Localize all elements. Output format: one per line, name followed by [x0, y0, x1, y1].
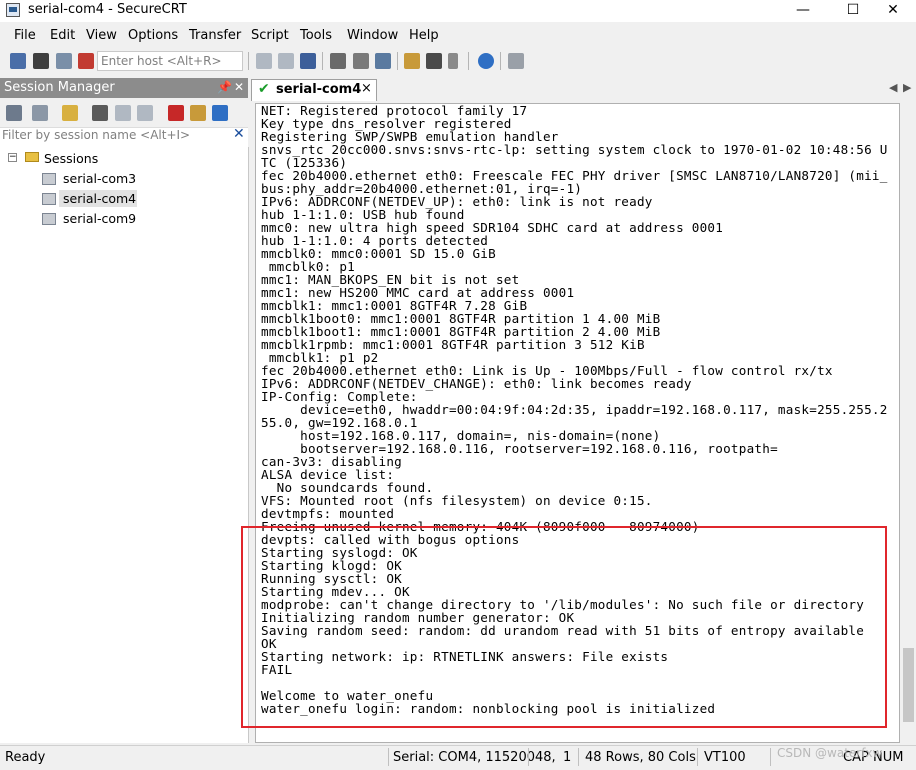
connect-session-icon[interactable] — [6, 105, 22, 121]
disconnect-icon[interactable] — [78, 53, 94, 69]
global-options-icon[interactable] — [426, 53, 442, 69]
minimize-button[interactable]: — — [780, 0, 826, 22]
session-manager-title: Session Manager — [4, 80, 115, 95]
connect-icon[interactable] — [10, 53, 26, 69]
terminal-line: snvs_rtc 20cc000.snvs:snvs-rtc-lp: setti… — [261, 142, 888, 157]
status-divider — [697, 748, 698, 766]
serial-session-icon — [42, 193, 56, 205]
new-session-icon[interactable] — [62, 105, 78, 121]
paste-session-icon[interactable] — [137, 105, 153, 121]
status-divider — [388, 748, 389, 766]
status-size: 48 Rows, 80 Cols — [585, 750, 696, 765]
print-setup-icon[interactable] — [353, 53, 369, 69]
tree-item-serial-com4[interactable]: serial-com4 — [63, 191, 136, 206]
scrollbar-thumb[interactable] — [903, 648, 914, 722]
status-col: 1 — [563, 750, 572, 765]
properties-icon[interactable] — [190, 105, 206, 121]
tab-close-icon[interactable]: × — [361, 81, 372, 96]
tree-root-sessions[interactable]: Sessions — [44, 151, 98, 166]
app-icon — [6, 3, 20, 17]
keymap-icon[interactable] — [508, 53, 524, 69]
menu-transfer[interactable]: Transfer — [189, 28, 241, 43]
host-input[interactable]: Enter host <Alt+R> — [97, 51, 243, 71]
close-panel-button[interactable]: ✕ — [234, 80, 244, 94]
key-icon[interactable] — [448, 53, 458, 69]
cut-icon[interactable] — [92, 105, 108, 121]
menu-view[interactable]: View — [86, 28, 117, 43]
toolbar-divider — [397, 52, 398, 70]
status-divider — [770, 748, 771, 766]
connect-tab-icon[interactable] — [56, 53, 72, 69]
help-icon[interactable] — [478, 53, 494, 69]
clear-filter-icon[interactable]: ✕ — [233, 126, 245, 142]
copy-session-icon[interactable] — [115, 105, 131, 121]
session-filter-input[interactable]: Filter by session name <Alt+I> — [2, 128, 190, 142]
folder-icon — [25, 152, 39, 162]
menu-edit[interactable]: Edit — [50, 28, 75, 43]
status-divider — [528, 748, 529, 766]
serial-session-icon — [42, 173, 56, 185]
quick-connect-icon[interactable] — [33, 53, 49, 69]
status-ready: Ready — [5, 750, 46, 765]
menu-tools[interactable]: Tools — [300, 28, 332, 43]
watermark: CSDN @waterfxw — [777, 746, 883, 760]
menu-window[interactable]: Window — [347, 28, 398, 43]
close-button[interactable]: ✕ — [870, 0, 916, 22]
status-emulation: VT100 — [704, 750, 746, 765]
paste-icon[interactable] — [278, 53, 294, 69]
menu-file[interactable]: File — [14, 28, 36, 43]
copy-icon[interactable] — [256, 53, 272, 69]
tree-item-serial-com3[interactable]: serial-com3 — [63, 171, 136, 186]
serial-session-icon — [42, 213, 56, 225]
menu-options[interactable]: Options — [128, 28, 178, 43]
tab-scroll-right-icon[interactable]: ▶ — [903, 81, 911, 94]
find-icon[interactable] — [300, 53, 316, 69]
print-icon[interactable] — [330, 53, 346, 69]
status-serial: Serial: COM4, 115200 — [393, 750, 535, 765]
map-keys-icon[interactable] — [375, 53, 391, 69]
pin-icon[interactable]: 📌 — [217, 80, 232, 94]
highlight-annotation-box — [241, 526, 887, 728]
session-tree — [0, 147, 249, 743]
session-options-icon[interactable] — [404, 53, 420, 69]
menu-script[interactable]: Script — [251, 28, 289, 43]
tab-scroll-left-icon[interactable]: ◀ — [889, 81, 897, 94]
folder-icon[interactable] — [212, 105, 228, 121]
collapse-toggle-icon[interactable]: − — [8, 153, 17, 162]
connect-tab-session-icon[interactable] — [32, 105, 48, 121]
toolbar-divider — [500, 52, 501, 70]
menu-help[interactable]: Help — [409, 28, 439, 43]
toolbar-divider — [248, 52, 249, 70]
tab-label[interactable]: serial-com4 — [276, 82, 361, 97]
toolbar-divider — [468, 52, 469, 70]
window-title: serial-com4 - SecureCRT — [28, 2, 187, 17]
connected-check-icon: ✔ — [258, 81, 270, 97]
terminal-scrollbar[interactable] — [901, 103, 916, 743]
delete-icon[interactable] — [168, 105, 184, 121]
toolbar-divider — [322, 52, 323, 70]
status-divider — [578, 748, 579, 766]
tree-item-serial-com9[interactable]: serial-com9 — [63, 211, 136, 226]
status-row: 48, — [535, 750, 556, 765]
